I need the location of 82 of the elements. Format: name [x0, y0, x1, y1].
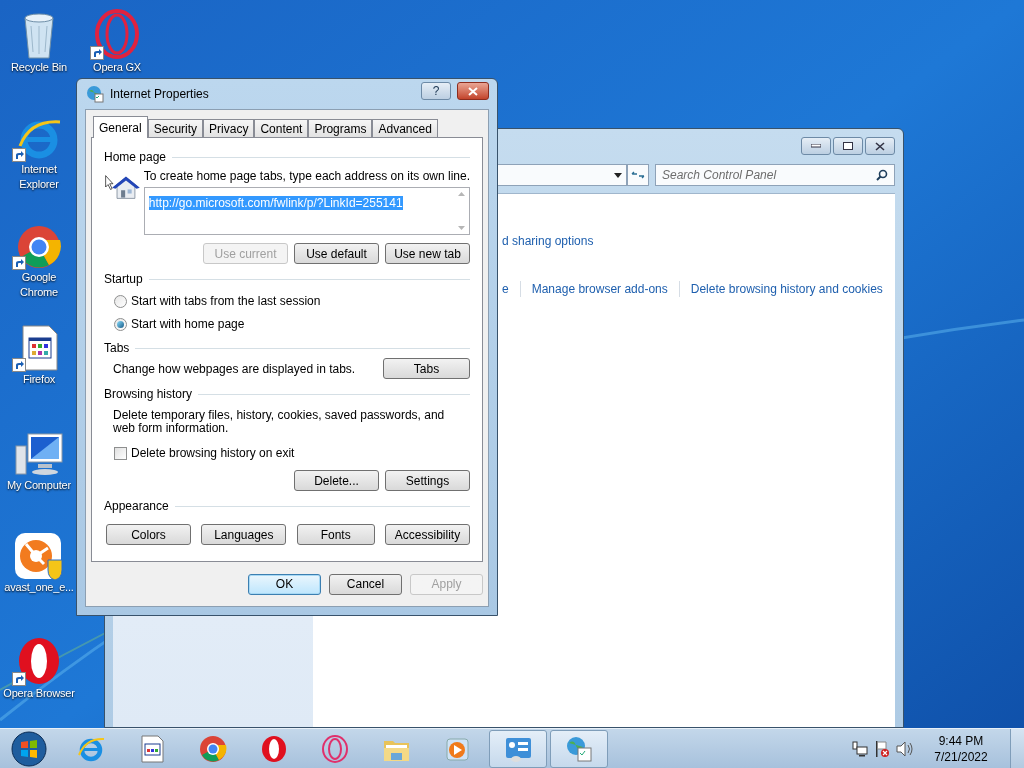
close-button[interactable] [865, 137, 895, 155]
tabs-description: Change how webpages are displayed in tabs. [113, 360, 356, 378]
dialog-button[interactable]: Languages [201, 524, 287, 545]
ring-icon [321, 734, 349, 763]
scroll-up-icon[interactable] [457, 192, 465, 196]
flag-alert-icon [874, 739, 890, 758]
dialog-button[interactable]: Use default [294, 243, 379, 264]
window-document-icon [138, 734, 166, 763]
radio-label: Start with home page [131, 316, 245, 333]
restore-icon [843, 142, 853, 150]
chrome-icon [199, 734, 227, 763]
dialog-button[interactable]: OK [248, 573, 321, 595]
section-heading: Home page [104, 149, 167, 166]
opera-icon [260, 734, 288, 763]
refresh-arrows-icon [631, 170, 645, 180]
minimize-icon [811, 144, 821, 148]
tab[interactable]: Advanced [372, 119, 438, 137]
address-text: http://go.microsoft.com/fwlink/p/?LinkId=255141 [148, 196, 403, 210]
checkbox-label: Delete browsing history on exit [131, 445, 295, 462]
control-panel-link[interactable]: Delete browsing history and cookies [690, 280, 883, 298]
splash-shield-icon [14, 532, 64, 580]
windows-orb-icon [10, 729, 48, 768]
dialog-button[interactable]: Tabs [383, 358, 470, 379]
scroll-down-icon[interactable] [457, 226, 465, 230]
maximize-button[interactable] [833, 137, 863, 155]
desktop-icon-label[interactable]: Internet Explorer [2, 162, 76, 192]
ring-icon [93, 8, 141, 60]
tab[interactable]: Security [147, 119, 204, 137]
refresh-button[interactable] [627, 164, 649, 186]
desktop-icon-label[interactable]: avast_one_e... [2, 580, 76, 595]
radio-button[interactable] [114, 294, 127, 308]
help-button[interactable]: ? [421, 82, 451, 100]
dialog-button[interactable]: Fonts [296, 524, 375, 545]
speaker-icon [896, 740, 914, 757]
globe-checklist-icon [86, 85, 104, 103]
desktop-icon-label[interactable]: Google Chrome [2, 270, 76, 300]
dialog-button[interactable]: Settings [385, 470, 470, 491]
dropdown-arrow-icon[interactable] [614, 172, 622, 178]
tab[interactable]: Privacy [203, 119, 255, 137]
desktop-icon-label[interactable]: Opera GX [80, 60, 154, 75]
search-icon [876, 169, 888, 181]
dialog-button[interactable]: Colors [106, 524, 191, 545]
desktop-icon-label[interactable]: My Computer [2, 478, 76, 493]
show-desktop-button[interactable] [1010, 728, 1024, 768]
clock-time[interactable]: 9:44 PM [938, 732, 984, 749]
taskbar-button[interactable] [550, 729, 608, 768]
tab[interactable]: Programs [308, 119, 373, 137]
tab[interactable]: General [93, 116, 148, 138]
tab[interactable]: Content [254, 119, 309, 137]
history-description: Delete temporary files, history, cookies, saved passwords, and web form information. [112, 409, 446, 435]
control-panel-link[interactable]: Manage browser add-ons [531, 280, 668, 298]
search-input[interactable]: Search Control Panel [662, 166, 876, 184]
taskbar-button[interactable] [489, 729, 547, 768]
computer-icon [14, 432, 64, 478]
desktop-icon-label[interactable]: Opera Browser [2, 686, 76, 701]
control-panel-link[interactable]: d sharing options [502, 232, 895, 250]
close-icon [875, 141, 885, 151]
checkbox[interactable] [114, 446, 127, 460]
desktop-icon-label[interactable]: Firefox [2, 372, 76, 387]
dialog-button[interactable]: Accessibility [385, 524, 470, 545]
desktop-icon-label[interactable]: Recycle Bin [2, 60, 76, 75]
opera-icon [16, 636, 62, 686]
globe-checklist-icon [565, 734, 593, 763]
section-heading: Tabs [104, 340, 130, 357]
section-heading: Browsing history [104, 386, 193, 403]
section-heading: Startup [104, 271, 143, 288]
close-button[interactable] [457, 82, 489, 100]
radio-button[interactable] [114, 317, 127, 331]
clock-date[interactable]: 7/21/2022 [934, 748, 988, 765]
window-title: Internet Properties [110, 86, 210, 103]
network-icon [852, 740, 868, 757]
search-field[interactable]: Search Control Panel [655, 164, 895, 186]
close-icon [468, 86, 478, 96]
chrome-icon [16, 224, 62, 270]
dialog-button[interactable]: Delete... [294, 470, 379, 491]
section-heading: Appearance [104, 498, 169, 515]
radio-label: Start with tabs from the last session [131, 293, 321, 310]
window-document-icon [19, 324, 59, 372]
control-panel-link[interactable]: e [502, 280, 509, 298]
dialog-button[interactable]: Cancel [329, 573, 402, 595]
dialog-button[interactable]: Use new tab [385, 243, 470, 264]
instruction-text: To create home page tabs, type each address on its own line. [143, 168, 470, 184]
